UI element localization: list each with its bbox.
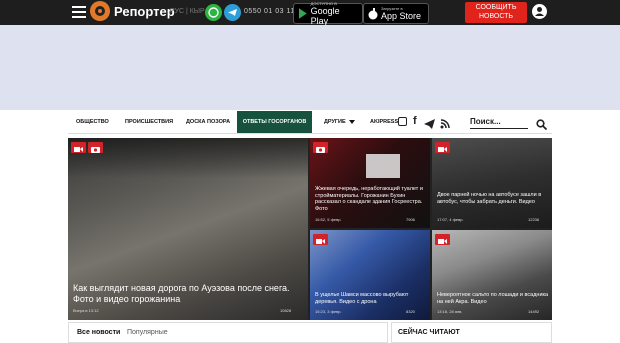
nav-item-shame-board[interactable]: Доска позора bbox=[186, 111, 230, 133]
video-badge-icon bbox=[313, 234, 328, 245]
nav-item-akipress[interactable]: AKIpress bbox=[370, 111, 398, 133]
nav-item-gov-answers[interactable]: Ответы госорганов bbox=[237, 111, 312, 133]
search-icon[interactable] bbox=[536, 117, 548, 135]
top-bar: Репортер РУС | КЫР 0550 01 03 11 ДОСТУПН… bbox=[0, 0, 620, 26]
news-views: 8320 bbox=[406, 309, 415, 314]
news-views: 7906 bbox=[406, 217, 415, 222]
phone-number[interactable]: 0550 01 03 11 bbox=[244, 8, 295, 15]
google-play-button[interactable]: ДОСТУПНО В Google Play bbox=[293, 1, 363, 26]
nav-item-others[interactable]: Другие bbox=[324, 111, 356, 133]
news-title[interactable]: В ущелье Шамси массово вырубают деревья.… bbox=[315, 292, 427, 305]
nav-item-incidents[interactable]: Происшествия bbox=[125, 111, 173, 133]
video-badge-icon bbox=[435, 142, 450, 153]
news-title[interactable]: Двое парней ночью на автобусе зашли в ав… bbox=[437, 192, 549, 205]
app-store-button[interactable]: Загрузите в App Store bbox=[363, 3, 429, 24]
reading-now-panel: Сейчас читают bbox=[391, 322, 552, 343]
search-input[interactable]: Поиск... bbox=[470, 117, 501, 126]
photo-badge-icon bbox=[313, 142, 328, 153]
logo-text: Репортер bbox=[114, 3, 175, 19]
news-time: 16:52, 5 февр. bbox=[315, 217, 342, 222]
ad-banner bbox=[0, 25, 620, 110]
news-time: 17:07, 4 февр. bbox=[437, 217, 464, 222]
reading-now-title: Сейчас читают bbox=[398, 329, 460, 336]
news-views: 14492 bbox=[528, 309, 540, 314]
news-views: 12236 bbox=[528, 217, 540, 222]
news-title[interactable]: Как выглядит новая дорога по Ауэзова пос… bbox=[73, 283, 298, 305]
user-icon[interactable] bbox=[532, 4, 547, 19]
report-news-button[interactable]: СООБЩИТЬ НОВОСТЬ bbox=[465, 2, 527, 23]
report-line2: НОВОСТЬ bbox=[478, 13, 514, 20]
nav-others-label: Другие bbox=[324, 119, 346, 125]
search-underline bbox=[470, 128, 528, 129]
google-play-label: Google Play bbox=[310, 6, 340, 26]
telegram-nav-icon[interactable] bbox=[424, 116, 435, 134]
news-time: 15:23, 3 февр. bbox=[315, 309, 342, 314]
news-tile-main[interactable]: Как выглядит новая дорога по Ауэзова пос… bbox=[68, 138, 308, 320]
news-tile[interactable]: Жжевая очередь, неработающий туалет и ст… bbox=[310, 138, 430, 228]
instagram-icon[interactable] bbox=[398, 117, 407, 126]
news-title[interactable]: Жжевая очередь, неработающий туалет и ст… bbox=[315, 186, 427, 212]
tab-popular[interactable]: Популярные bbox=[127, 329, 168, 336]
news-feed-tabs: Все новости Популярные bbox=[68, 322, 388, 343]
logo[interactable]: Репортер bbox=[90, 1, 175, 21]
news-tile[interactable]: Двое парней ночью на автобусе зашли в ав… bbox=[432, 138, 552, 228]
rss-icon[interactable] bbox=[440, 116, 450, 134]
language-switch[interactable]: РУС | КЫР bbox=[170, 8, 205, 15]
whatsapp-icon[interactable] bbox=[205, 4, 222, 21]
photo-badge-icon bbox=[88, 142, 103, 153]
chevron-down-icon bbox=[349, 119, 356, 124]
tile-shade bbox=[68, 138, 308, 178]
nav-item-society[interactable]: Общество bbox=[76, 111, 109, 133]
report-line1: СООБЩИТЬ bbox=[475, 4, 517, 11]
app-store-label: App Store bbox=[381, 11, 422, 21]
logo-icon bbox=[90, 1, 110, 21]
video-badge-icon bbox=[435, 234, 450, 245]
news-time: 13:18, 28 янв. bbox=[437, 309, 463, 314]
news-tile[interactable]: Невероятное сальто по лошади и всадника … bbox=[432, 230, 552, 320]
google-play-icon bbox=[298, 8, 307, 19]
news-time: Вчера в 13:12 bbox=[73, 308, 99, 313]
video-badge-icon bbox=[71, 142, 86, 153]
news-tile[interactable]: В ущелье Шамси массово вырубают деревья.… bbox=[310, 230, 430, 320]
menu-icon[interactable] bbox=[72, 6, 86, 18]
apple-icon bbox=[368, 7, 378, 19]
news-views: 10828 bbox=[280, 308, 292, 313]
news-title[interactable]: Невероятное сальто по лошади и всадника … bbox=[437, 292, 549, 305]
news-grid: Как выглядит новая дорога по Ауэзова пос… bbox=[68, 138, 552, 320]
facebook-icon[interactable]: f bbox=[413, 115, 417, 128]
telegram-icon[interactable] bbox=[224, 4, 241, 21]
tab-all-news[interactable]: Все новости bbox=[77, 329, 120, 336]
tile-image-detail bbox=[366, 154, 400, 178]
